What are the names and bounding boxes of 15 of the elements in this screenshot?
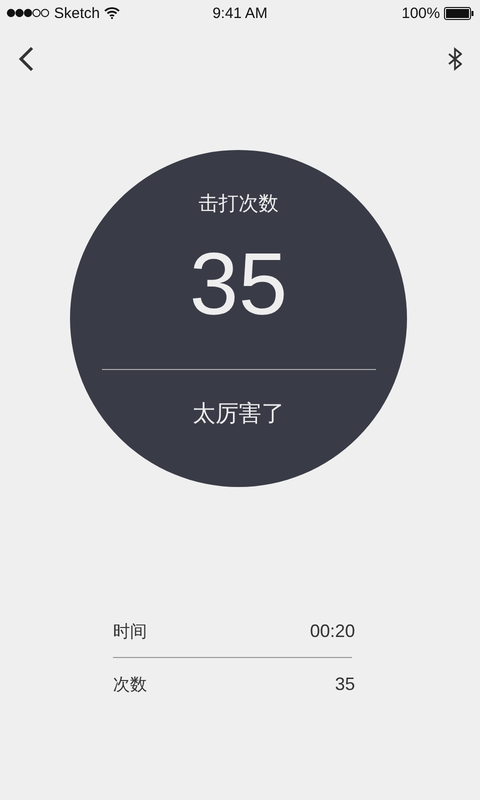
wifi-icon: [104, 7, 120, 19]
back-button[interactable]: [16, 45, 36, 73]
stat-value: 35: [334, 674, 355, 694]
score-message: 太厉害了: [192, 400, 284, 429]
battery-icon: [444, 6, 474, 20]
bluetooth-button[interactable]: [448, 47, 462, 71]
carrier-name: Sketch: [54, 4, 100, 22]
stat-value: 00:20: [310, 620, 355, 642]
clock-time: 9:41 AM: [212, 4, 268, 22]
stat-label: 时间: [113, 620, 147, 642]
stat-label: 次数: [113, 674, 147, 696]
score-title: 击打次数: [198, 190, 278, 217]
signal-icon: [6, 8, 50, 18]
battery-percent: 100%: [402, 4, 440, 22]
score-value: 35: [190, 239, 288, 329]
